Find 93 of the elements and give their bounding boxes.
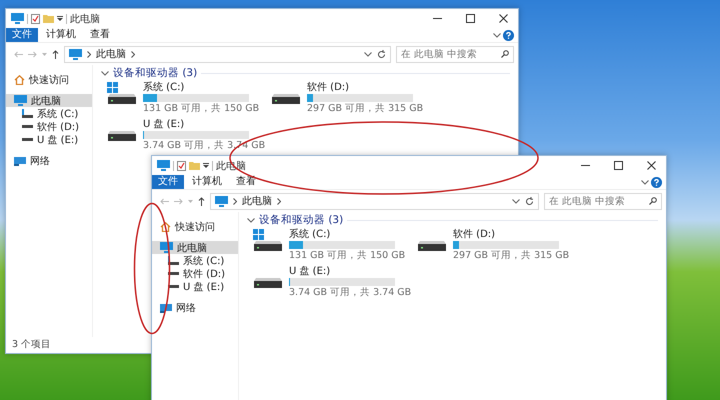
home-icon bbox=[160, 222, 171, 232]
chevron-right-icon bbox=[277, 198, 281, 204]
nav-item[interactable]: 系统 (C:) bbox=[152, 254, 238, 267]
up-arrow-icon bbox=[52, 50, 59, 58]
drive-name[interactable]: U 盘 (E:) bbox=[289, 266, 412, 277]
expand-ribbon-icon[interactable] bbox=[493, 32, 501, 38]
window-title: 此电脑 bbox=[70, 12, 100, 26]
computer-icon bbox=[215, 196, 228, 206]
drive-icon bbox=[22, 125, 33, 128]
ribbon-tab[interactable]: 计算机 bbox=[40, 28, 82, 42]
drive-name[interactable]: 系统 (C:) bbox=[289, 229, 406, 240]
search-icon bbox=[649, 197, 657, 205]
forward-arrow-icon bbox=[28, 50, 37, 58]
nav-item[interactable]: 系统 (C:) bbox=[6, 107, 92, 120]
chevron-down-icon[interactable] bbox=[247, 218, 255, 222]
refresh-icon[interactable] bbox=[525, 196, 534, 206]
drive-icon bbox=[22, 138, 33, 141]
drive-icon bbox=[417, 241, 447, 251]
drive-name[interactable]: 软件 (D:) bbox=[453, 229, 570, 240]
nav-item[interactable]: 网络 bbox=[152, 301, 238, 314]
nav-item[interactable]: 此电脑 bbox=[6, 94, 92, 107]
ribbon-tab[interactable]: 计算机 bbox=[186, 175, 228, 189]
nav-item[interactable]: 网络 bbox=[6, 154, 92, 167]
free-space-text: 131 GB 可用，共 150 GB bbox=[143, 103, 260, 114]
history-dropdown-icon[interactable] bbox=[364, 52, 372, 56]
chevron-right-icon bbox=[131, 50, 135, 58]
drive-icon bbox=[22, 109, 33, 118]
up-arrow-icon bbox=[198, 196, 205, 206]
up-button[interactable] bbox=[52, 50, 59, 58]
minimize-icon bbox=[580, 165, 590, 166]
drive-icon bbox=[107, 131, 137, 141]
drive-icon bbox=[271, 94, 301, 104]
nav-item[interactable]: 快速访问 bbox=[6, 73, 92, 86]
help-icon[interactable] bbox=[503, 30, 514, 40]
drive-icon bbox=[168, 285, 179, 288]
address-field[interactable]: 此电脑 bbox=[210, 192, 539, 210]
network-icon bbox=[14, 156, 26, 166]
search-field[interactable]: 在 此电脑 中搜索 bbox=[544, 192, 662, 210]
drive-name[interactable]: U 盘 (E:) bbox=[143, 119, 266, 130]
nav-item[interactable]: 快速访问 bbox=[152, 220, 238, 233]
drive-name[interactable]: 系统 (C:) bbox=[143, 82, 260, 93]
maximize-icon bbox=[614, 161, 622, 170]
chevron-down-icon[interactable] bbox=[101, 70, 109, 76]
search-field[interactable]: 在 此电脑 中搜索 bbox=[396, 46, 514, 62]
home-icon bbox=[14, 74, 25, 84]
checklist-icon[interactable] bbox=[177, 160, 186, 170]
free-space-text: 3.74 GB 可用，共 3.74 GB bbox=[289, 287, 412, 298]
drive-icon bbox=[168, 272, 179, 275]
address-field[interactable]: 此电脑 bbox=[64, 46, 391, 62]
expand-ribbon-icon[interactable] bbox=[641, 180, 649, 184]
chevron-right-icon bbox=[233, 198, 237, 204]
drive-icon bbox=[168, 256, 179, 265]
drive-icon bbox=[253, 278, 283, 288]
system-drive-icon bbox=[253, 229, 283, 251]
computer-icon bbox=[11, 13, 24, 24]
chevron-right-icon bbox=[87, 50, 91, 58]
computer-icon bbox=[157, 160, 170, 171]
free-space-text: 131 GB 可用，共 150 GB bbox=[289, 250, 406, 261]
free-space-text: 297 GB 可用，共 315 GB bbox=[307, 103, 424, 114]
help-icon[interactable] bbox=[651, 176, 662, 188]
forward-arrow-icon bbox=[174, 198, 183, 204]
computer-icon bbox=[69, 48, 82, 60]
dropdown-icon[interactable] bbox=[57, 16, 63, 22]
monitor-icon bbox=[160, 242, 173, 253]
back-arrow-icon bbox=[14, 50, 23, 58]
system-drive-icon bbox=[107, 82, 137, 104]
status-text: 3 个项目 bbox=[12, 338, 52, 350]
maximize-icon bbox=[466, 14, 474, 23]
ribbon-tab[interactable]: 文件 bbox=[6, 28, 38, 42]
section-header[interactable]: 设备和驱动器 (3) bbox=[259, 214, 344, 226]
breadcrumb[interactable]: 此电脑 bbox=[96, 47, 126, 61]
minimize-icon bbox=[432, 18, 442, 19]
ribbon-tab[interactable]: 查看 bbox=[84, 28, 116, 42]
nav-item[interactable]: 此电脑 bbox=[152, 241, 238, 254]
nav-item[interactable]: 软件 (D:) bbox=[6, 120, 92, 133]
drive-name[interactable]: 软件 (D:) bbox=[307, 82, 424, 93]
refresh-icon[interactable] bbox=[377, 50, 386, 58]
up-button[interactable] bbox=[198, 196, 205, 206]
dropdown-icon[interactable] bbox=[203, 162, 209, 168]
close-icon bbox=[498, 14, 508, 23]
breadcrumb[interactable]: 此电脑 bbox=[242, 194, 272, 208]
history-dropdown-icon[interactable] bbox=[512, 198, 520, 204]
section-header[interactable]: 设备和驱动器 (3) bbox=[113, 67, 198, 79]
nav-item[interactable]: U 盘 (E:) bbox=[152, 280, 238, 293]
nav-item[interactable]: U 盘 (E:) bbox=[6, 133, 92, 146]
nav-item[interactable]: 软件 (D:) bbox=[152, 267, 238, 280]
ribbon-tab[interactable]: 文件 bbox=[152, 175, 184, 189]
checklist-icon[interactable] bbox=[31, 14, 40, 24]
back-arrow-icon bbox=[160, 198, 169, 204]
close-icon bbox=[646, 161, 656, 170]
monitor-icon bbox=[14, 95, 27, 106]
free-space-text: 297 GB 可用，共 315 GB bbox=[453, 250, 570, 261]
search-icon bbox=[501, 50, 509, 58]
